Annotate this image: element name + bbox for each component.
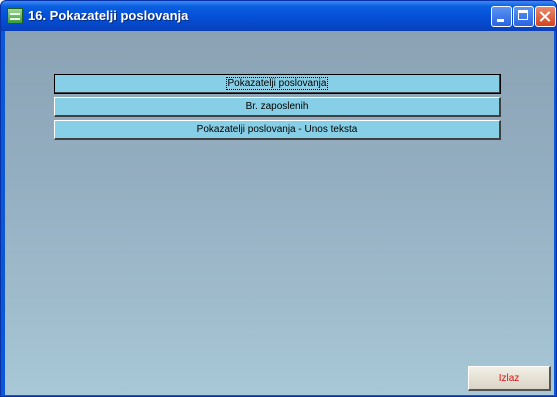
br-zaposlenih-button[interactable]: Br. zaposlenih	[54, 97, 501, 117]
unos-teksta-button[interactable]: Pokazatelji poslovanja - Unos teksta	[54, 120, 501, 140]
app-window: 16. Pokazatelji poslovanja Pokazatelji p…	[0, 0, 557, 397]
client-area: Pokazatelji poslovanja Br. zaposlenih Po…	[5, 31, 554, 395]
maximize-button[interactable]	[513, 6, 534, 27]
close-icon	[536, 7, 555, 26]
minimize-icon	[497, 19, 504, 22]
exit-label: Izlaz	[498, 372, 520, 384]
minimize-button[interactable]	[491, 6, 512, 27]
close-button[interactable]	[535, 6, 556, 27]
exit-button[interactable]: Izlaz	[468, 366, 551, 391]
button-label: Pokazatelji poslovanja	[225, 77, 329, 90]
maximize-icon	[518, 10, 528, 20]
title-bar[interactable]: 16. Pokazatelji poslovanja	[1, 1, 556, 31]
pokazatelji-poslovanja-button[interactable]: Pokazatelji poslovanja	[54, 74, 501, 94]
form-icon[interactable]	[7, 8, 23, 24]
button-label: Pokazatelji poslovanja - Unos teksta	[196, 124, 358, 135]
button-label: Br. zaposlenih	[245, 101, 309, 112]
window-title: 16. Pokazatelji poslovanja	[28, 8, 189, 23]
